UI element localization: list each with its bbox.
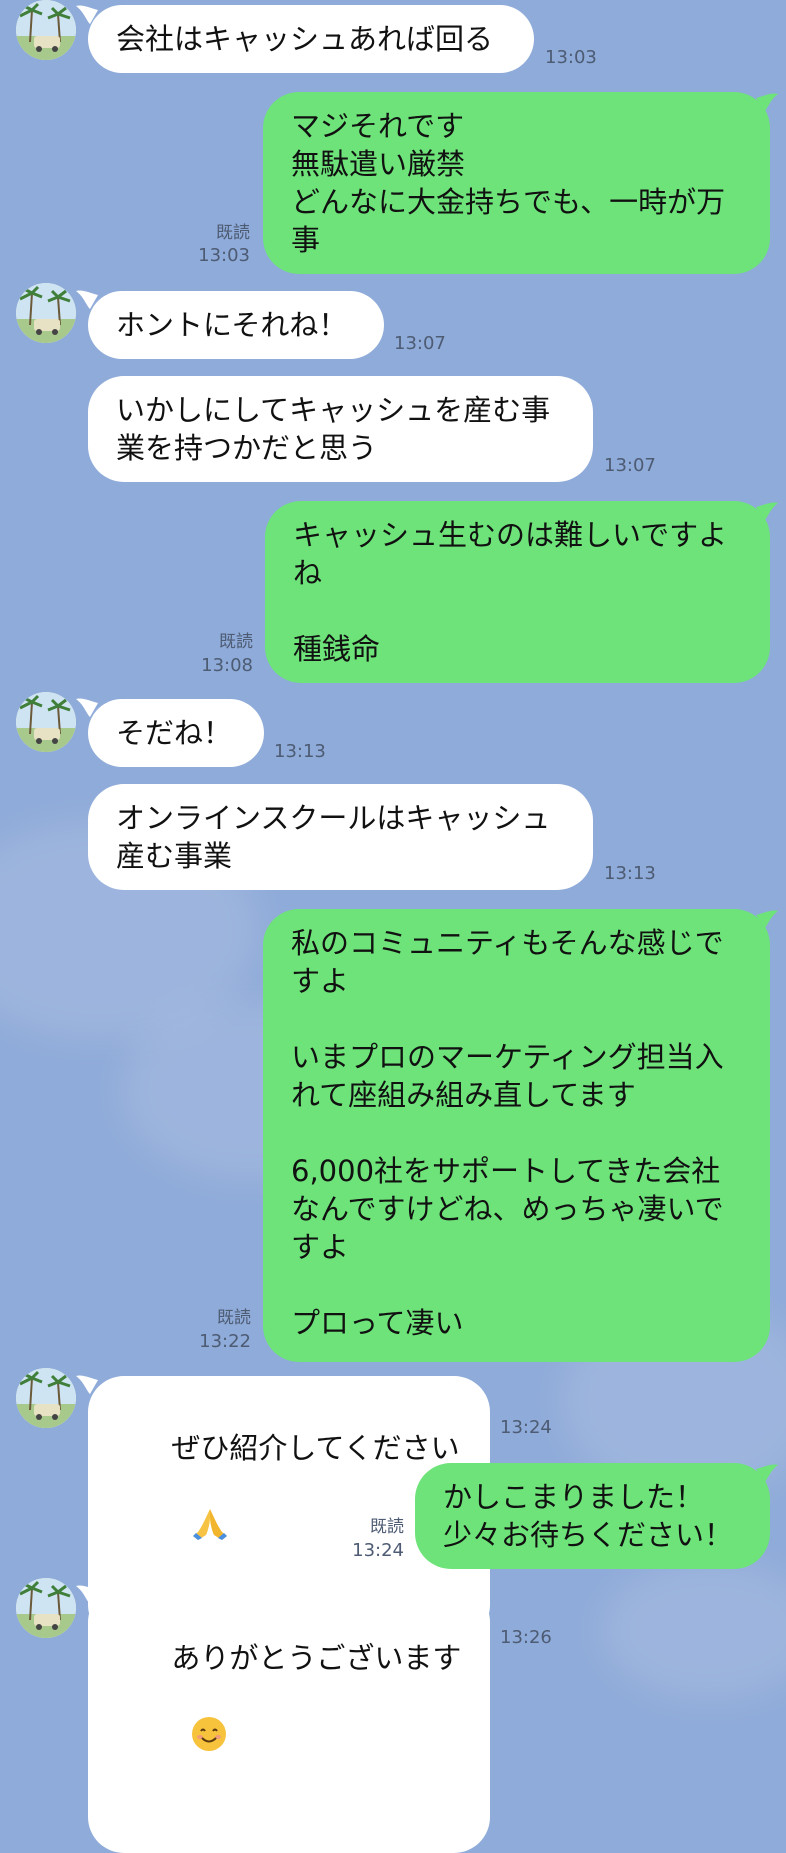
message-time: 13:03 [198, 245, 250, 266]
incoming-message-bubble[interactable]: 会社はキャッシュあれば回る [88, 5, 534, 73]
message-time: 13:07 [604, 455, 656, 476]
message-time: 13:26 [500, 1627, 552, 1648]
outgoing-message-bubble[interactable]: 私のコミュニティもそんな感じですよ いまプロのマーケティング担当入れて座組み組み… [263, 909, 770, 1362]
outgoing-message-bubble[interactable]: キャッシュ生むのは難しいですよね 種銭命 [265, 501, 770, 683]
message-time: 13:13 [604, 863, 656, 884]
message-time: 13:22 [199, 1331, 251, 1352]
smile-emoji-icon [116, 1677, 228, 1800]
message-time: 13:24 [500, 1417, 552, 1438]
message-text: ぜひ紹介してください [171, 1431, 460, 1465]
bubble-tail [756, 1463, 778, 1485]
outgoing-message-bubble[interactable]: かしこまりました！ 少々お待ちください！ [415, 1463, 770, 1569]
message-time: 13:13 [274, 741, 326, 762]
contact-avatar[interactable] [16, 0, 76, 60]
contact-avatar[interactable] [16, 1578, 76, 1638]
message-text: ありがとうございます [171, 1641, 462, 1675]
message-time: 13:08 [201, 655, 253, 676]
pray-emoji-icon [116, 1467, 230, 1588]
bubble-tail [756, 501, 778, 523]
incoming-message-bubble[interactable]: ありがとうございます [88, 1586, 490, 1853]
avatar-image-icon [16, 0, 76, 60]
incoming-message-bubble[interactable]: そだね！ [88, 699, 264, 767]
contact-avatar[interactable] [16, 692, 76, 752]
read-receipt: 既読 [216, 223, 250, 243]
incoming-message-bubble[interactable]: オンラインスクールはキャッシュ産む事業 [88, 784, 593, 890]
contact-avatar[interactable] [16, 283, 76, 343]
incoming-message-bubble[interactable]: ホントにそれね！ [88, 291, 384, 359]
bubble-tail [756, 909, 778, 931]
outgoing-message-bubble[interactable]: マジそれです 無駄遣い厳禁 どんなに大金持ちでも、一時が万事 [263, 92, 770, 274]
read-receipt: 既読 [370, 1517, 404, 1537]
avatar-image-icon [16, 283, 76, 343]
message-time: 13:03 [545, 47, 597, 68]
bubble-tail [756, 92, 778, 114]
incoming-message-bubble[interactable]: いかしにしてキャッシュを産む事業を持つかだと思う [88, 376, 593, 482]
read-receipt: 既読 [219, 632, 253, 652]
message-time: 13:07 [394, 333, 446, 354]
contact-avatar[interactable] [16, 1368, 76, 1428]
read-receipt: 既読 [217, 1308, 251, 1328]
message-time: 13:24 [352, 1540, 404, 1561]
avatar-image-icon [16, 692, 76, 752]
avatar-image-icon [16, 1368, 76, 1428]
avatar-image-icon [16, 1578, 76, 1638]
